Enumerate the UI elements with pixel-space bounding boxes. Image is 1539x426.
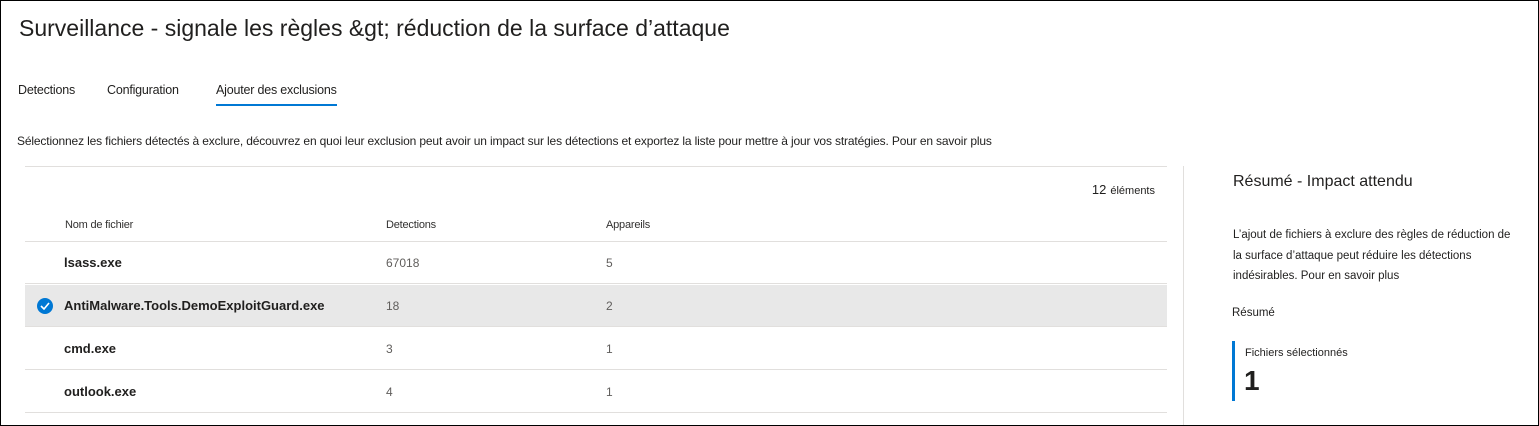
- row-devices: 2: [606, 299, 613, 313]
- summary-line: indésirables. Pour en savoir plus: [1233, 270, 1400, 282]
- page-title: Surveillance - signale les règles &gt; r…: [19, 15, 730, 41]
- tab-detections[interactable]: Detections: [18, 83, 75, 97]
- table-row[interactable]: outlook.exe 4 1: [25, 371, 1167, 413]
- selected-files-label: Fichiers sélectionnés: [1245, 347, 1348, 359]
- page-frame: Surveillance - signale les règles &gt; r…: [0, 0, 1539, 426]
- description-text: Sélectionnez les fichiers détectés à exc…: [17, 134, 889, 148]
- selected-files-count: 1: [1244, 365, 1260, 396]
- column-header-filename[interactable]: Nom de fichier: [65, 219, 133, 231]
- column-header-devices[interactable]: Appareils: [606, 219, 650, 231]
- row-filename: AntiMalware.Tools.DemoExploitGuard.exe: [64, 298, 325, 313]
- kpi-accent-bar: [1232, 341, 1235, 401]
- table-row[interactable]: lsass.exe 67018 5: [25, 242, 1167, 284]
- checkmark-circle-icon[interactable]: [37, 298, 53, 314]
- tab-add-exclusions[interactable]: Ajouter des exclusions: [216, 83, 337, 106]
- summary-description: L’ajout de fichiers à exclure des règles…: [1233, 225, 1533, 287]
- row-filename: outlook.exe: [64, 384, 137, 399]
- panel-divider: [1183, 166, 1184, 425]
- item-count-label: éléments: [1110, 185, 1155, 197]
- item-count-number: 12: [1091, 182, 1107, 197]
- row-detections: 3: [386, 342, 393, 356]
- column-header-detections[interactable]: Detections: [386, 219, 436, 231]
- row-detections: 67018: [386, 256, 420, 270]
- row-devices: 5: [606, 256, 613, 270]
- description: Sélectionnez les fichiers détectés à exc…: [17, 134, 992, 148]
- tab-configuration[interactable]: Configuration: [107, 83, 179, 97]
- item-count: 12 éléments: [1092, 181, 1155, 199]
- row-detections: 18: [386, 299, 400, 313]
- learn-more-link[interactable]: Pour en savoir plus: [892, 134, 992, 148]
- summary-section-label: Résumé: [1232, 307, 1275, 319]
- table-row-selected[interactable]: AntiMalware.Tools.DemoExploitGuard.exe 1…: [25, 285, 1167, 327]
- row-devices: 1: [606, 385, 613, 399]
- summary-line: L’ajout de fichiers à exclure des règles…: [1233, 229, 1511, 241]
- row-filename: lsass.exe: [64, 255, 122, 270]
- row-devices: 1: [606, 342, 613, 356]
- summary-line: la surface d’attaque peut réduire les dé…: [1233, 249, 1472, 262]
- summary-title: Résumé - Impact attendu: [1233, 173, 1413, 190]
- table-top-divider: [25, 166, 1167, 167]
- row-filename: cmd.exe: [64, 341, 117, 356]
- table-row[interactable]: cmd.exe 3 1: [25, 328, 1167, 370]
- row-detections: 4: [386, 385, 393, 399]
